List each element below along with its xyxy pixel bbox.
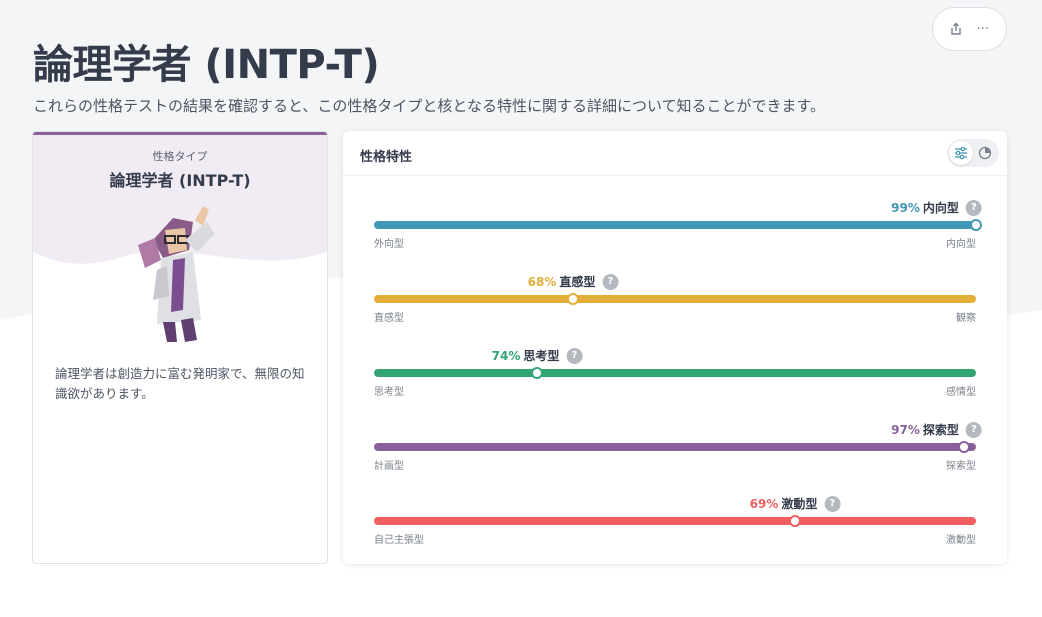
traits-header: 性格特性	[343, 131, 1007, 176]
personality-type-card: 性格タイプ 論理学者 (INTP-T) 論理学者は創造力に富む発明家で、無限の知…	[32, 131, 328, 564]
trait-row-nature: 74% 思考型 ? 思考型 感情型	[374, 347, 976, 401]
trait-left-pole: 自己主張型	[374, 535, 424, 546]
trait-label: 74% 思考型 ?	[492, 347, 583, 364]
top-actions: ···	[932, 7, 1007, 51]
type-description: 論理学者は創造力に富む発明家で、無限の知識欲があります。	[55, 366, 305, 401]
type-name: 論理学者 (INTP-T)	[109, 171, 251, 190]
trait-label: 99% 内向型 ?	[891, 199, 982, 216]
trait-name: 内向型	[922, 201, 959, 215]
trait-percent: 99%	[891, 200, 920, 215]
trait-marker	[958, 441, 970, 453]
share-icon[interactable]	[946, 19, 966, 39]
trait-name: 思考型	[523, 349, 560, 363]
trait-marker	[789, 515, 801, 527]
trait-left-pole: 思考型	[374, 387, 404, 398]
trait-label: 97% 探索型 ?	[891, 421, 982, 438]
trait-marker	[567, 293, 579, 305]
trait-right-pole: 内向型	[946, 239, 976, 250]
logician-avatar	[138, 206, 215, 342]
type-kicker: 性格タイプ	[152, 150, 208, 163]
trait-row-identity: 69% 激動型 ? 自己主張型 激動型	[374, 495, 976, 549]
trait-label: 69% 激動型 ?	[750, 495, 841, 512]
trait-row-mind: 99% 内向型 ? 外向型 内向型	[374, 199, 982, 253]
page-description: これらの性格テストの結果を確認すると、この性格タイプと核となる特性に関する詳細に…	[33, 97, 826, 115]
pie-chart-icon[interactable]	[973, 141, 997, 165]
help-icon[interactable]: ?	[824, 495, 841, 512]
trait-row-tactics: 97% 探索型 ? 計画型 探索型	[374, 421, 982, 475]
personality-traits-card: 性格特性 99% 内向型 ? 外向型 内向型 68% 直感型 ? 直感型 観察 …	[343, 131, 1007, 564]
more-icon[interactable]: ···	[973, 19, 993, 39]
trait-left-pole: 外向型	[374, 239, 404, 250]
page-title: 論理学者 (INTP-T)	[33, 42, 380, 88]
trait-bar	[374, 443, 976, 451]
trait-name: 探索型	[922, 423, 959, 437]
trait-name: 激動型	[781, 497, 818, 511]
trait-label: 68% 直感型 ?	[528, 273, 619, 290]
trait-percent: 69%	[749, 496, 779, 511]
trait-right-pole: 激動型	[946, 535, 976, 546]
trait-right-pole: 探索型	[946, 461, 976, 472]
trait-bar	[374, 517, 976, 525]
help-icon[interactable]: ?	[602, 273, 619, 290]
trait-marker	[970, 219, 982, 231]
trait-marker	[531, 367, 543, 379]
trait-left-pole: 直感型	[374, 313, 404, 324]
trait-percent: 74%	[491, 348, 521, 363]
help-icon[interactable]: ?	[965, 421, 982, 438]
trait-right-pole: 観察	[956, 313, 976, 324]
trait-bar	[374, 221, 976, 229]
view-toggle	[947, 139, 999, 167]
trait-right-pole: 感情型	[946, 387, 976, 398]
trait-bar	[374, 369, 976, 377]
trait-left-pole: 計画型	[374, 461, 404, 472]
trait-percent: 97%	[891, 422, 920, 437]
traits-title: 性格特性	[360, 150, 413, 165]
sliders-icon[interactable]	[949, 141, 973, 165]
help-icon[interactable]: ?	[965, 199, 982, 216]
trait-row-energy: 68% 直感型 ? 直感型 観察	[374, 273, 976, 327]
trait-bar	[374, 295, 976, 303]
trait-percent: 68%	[527, 274, 557, 289]
help-icon[interactable]: ?	[566, 347, 583, 364]
trait-name: 直感型	[559, 275, 596, 289]
